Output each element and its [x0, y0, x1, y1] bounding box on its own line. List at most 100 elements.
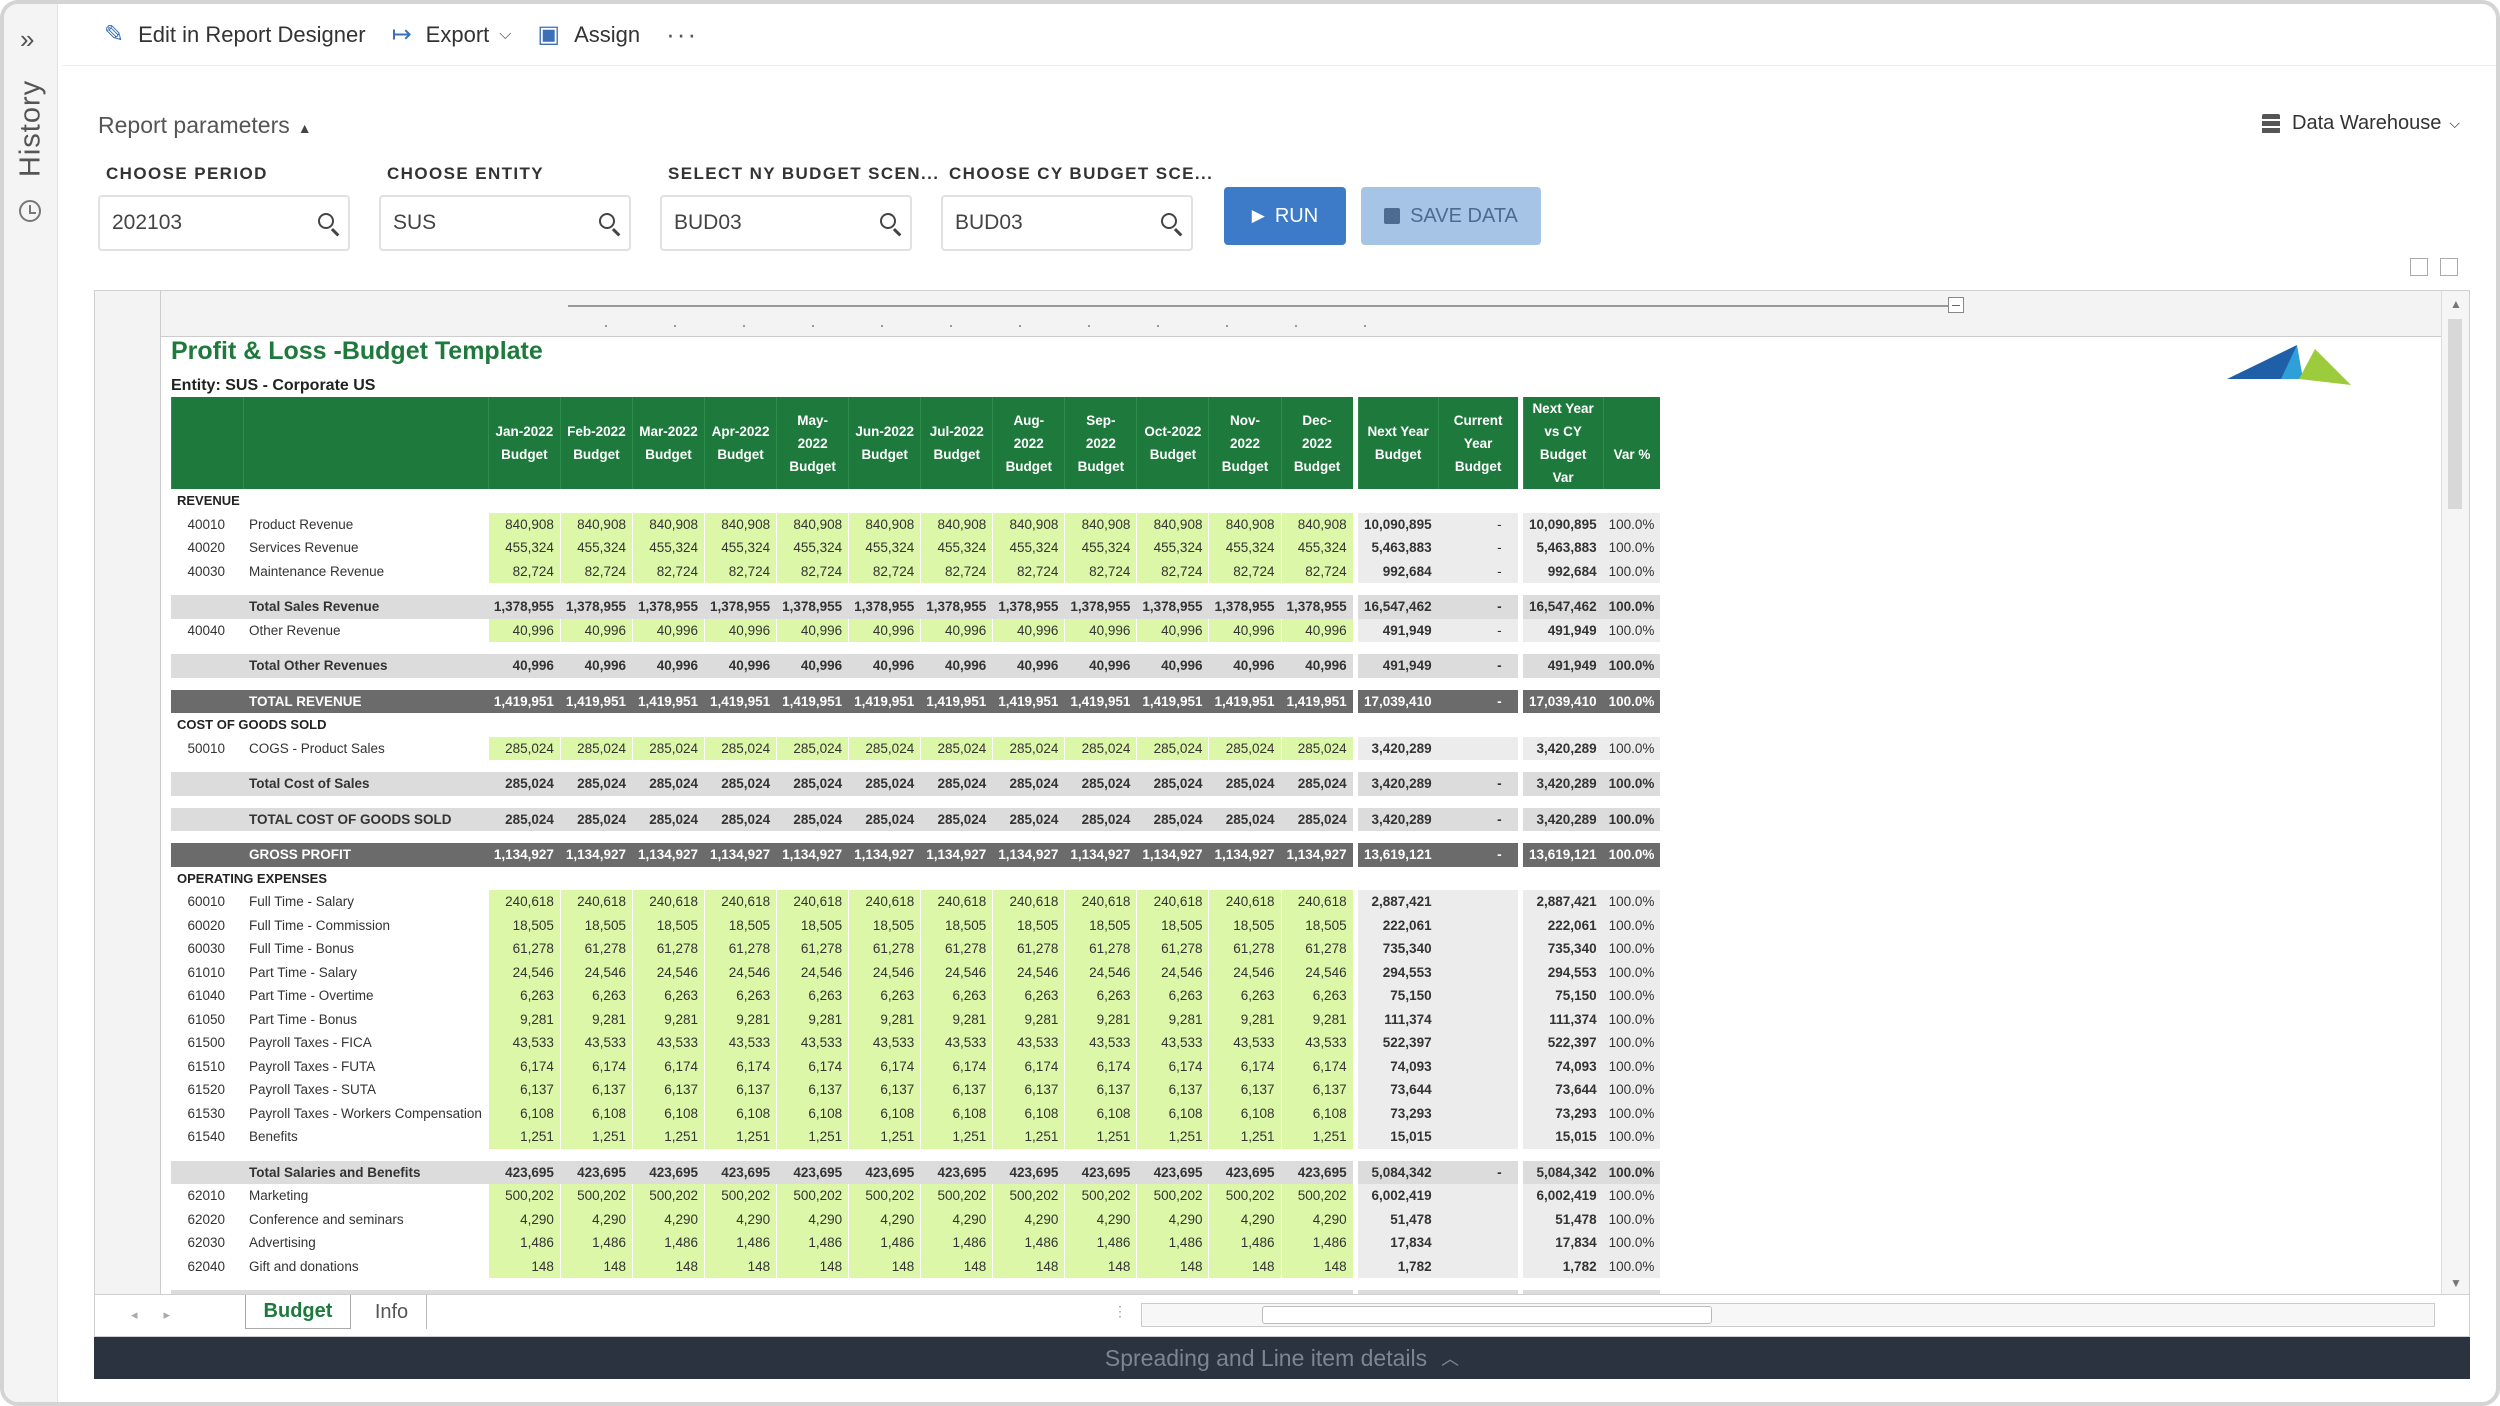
month-value-cell[interactable]: 24,546 — [704, 960, 777, 984]
month-value-cell[interactable]: 40,996 — [992, 618, 1065, 642]
month-value-cell[interactable]: 1,486 — [631, 1231, 705, 1255]
month-value-cell[interactable]: 9,281 — [1280, 1007, 1353, 1031]
tab-info[interactable]: Info — [357, 1295, 427, 1329]
month-value-cell[interactable]: 148 — [1208, 1254, 1281, 1278]
month-value-cell[interactable]: 6,137 — [920, 1078, 993, 1102]
month-value-cell[interactable]: 6,137 — [1208, 1078, 1281, 1102]
month-value-cell[interactable]: 285,024 — [776, 736, 849, 760]
month-value-cell[interactable]: 6,263 — [1064, 984, 1137, 1008]
month-value-cell[interactable]: 61,278 — [631, 937, 705, 961]
month-value-cell[interactable]: 455,324 — [631, 536, 705, 560]
scroll-thumb[interactable] — [2448, 319, 2462, 509]
month-value-cell[interactable]: 6,108 — [631, 1101, 705, 1125]
period-input[interactable]: 202103 — [98, 195, 350, 251]
month-value-cell[interactable]: 6,174 — [704, 1054, 777, 1078]
month-value-cell[interactable]: 82,724 — [1208, 559, 1281, 583]
month-value-cell[interactable]: 6,108 — [992, 1101, 1065, 1125]
month-value-cell[interactable]: 455,324 — [848, 536, 921, 560]
month-value-cell[interactable]: 840,908 — [920, 512, 993, 536]
month-value-cell[interactable]: 6,263 — [1280, 984, 1353, 1008]
month-value-cell[interactable]: 455,324 — [1064, 536, 1137, 560]
month-value-cell[interactable]: 6,137 — [704, 1078, 777, 1102]
month-value-cell[interactable]: 18,505 — [559, 913, 632, 937]
month-value-cell[interactable]: 43,533 — [704, 1031, 777, 1055]
expand-view-icon[interactable] — [2410, 258, 2428, 276]
month-value-cell[interactable]: 500,202 — [1136, 1184, 1209, 1208]
splitter-handle[interactable]: ⋮ — [1113, 1303, 1127, 1320]
month-value-cell[interactable]: 840,908 — [992, 512, 1065, 536]
month-value-cell[interactable]: 18,505 — [704, 913, 777, 937]
month-value-cell[interactable]: 4,290 — [631, 1207, 705, 1231]
month-value-cell[interactable]: 6,174 — [848, 1054, 921, 1078]
month-value-cell[interactable]: 6,263 — [631, 984, 705, 1008]
month-value-cell[interactable]: 9,281 — [776, 1007, 849, 1031]
month-value-cell[interactable]: 1,486 — [487, 1231, 560, 1255]
month-value-cell[interactable]: 43,533 — [559, 1031, 632, 1055]
month-value-cell[interactable]: 6,174 — [1208, 1054, 1281, 1078]
month-value-cell[interactable]: 240,618 — [992, 890, 1065, 914]
month-value-cell[interactable]: 500,202 — [631, 1184, 705, 1208]
month-value-cell[interactable]: 43,533 — [920, 1031, 993, 1055]
month-value-cell[interactable]: 82,724 — [992, 559, 1065, 583]
line-item-details-bar[interactable]: Spreading and Line item details ︿ — [94, 1337, 2470, 1379]
month-value-cell[interactable]: 840,908 — [1136, 512, 1209, 536]
month-value-cell[interactable]: 40,996 — [1136, 618, 1209, 642]
month-value-cell[interactable]: 40,996 — [559, 618, 632, 642]
month-value-cell[interactable]: 1,251 — [1136, 1125, 1209, 1149]
month-value-cell[interactable]: 6,263 — [1136, 984, 1209, 1008]
month-value-cell[interactable]: 82,724 — [1136, 559, 1209, 583]
month-value-cell[interactable]: 1,486 — [1064, 1231, 1137, 1255]
month-value-cell[interactable]: 240,618 — [1208, 890, 1281, 914]
month-value-cell[interactable]: 1,251 — [631, 1125, 705, 1149]
month-value-cell[interactable]: 43,533 — [631, 1031, 705, 1055]
month-value-cell[interactable]: 1,251 — [848, 1125, 921, 1149]
edit-in-designer-button[interactable]: ✎ Edit in Report Designer — [104, 20, 366, 49]
month-value-cell[interactable]: 6,108 — [487, 1101, 560, 1125]
entity-input[interactable]: SUS — [379, 195, 631, 251]
month-value-cell[interactable]: 285,024 — [1064, 736, 1137, 760]
month-value-cell[interactable]: 240,618 — [920, 890, 993, 914]
month-value-cell[interactable]: 285,024 — [1280, 736, 1353, 760]
export-button[interactable]: ↦ Export ⌵ — [392, 20, 512, 49]
month-value-cell[interactable]: 1,251 — [1064, 1125, 1137, 1149]
month-value-cell[interactable]: 240,618 — [559, 890, 632, 914]
month-value-cell[interactable]: 6,108 — [920, 1101, 993, 1125]
month-value-cell[interactable]: 40,996 — [920, 618, 993, 642]
month-value-cell[interactable]: 4,290 — [559, 1207, 632, 1231]
month-value-cell[interactable]: 840,908 — [631, 512, 705, 536]
month-value-cell[interactable]: 6,174 — [776, 1054, 849, 1078]
month-value-cell[interactable]: 148 — [1136, 1254, 1209, 1278]
tab-budget[interactable]: Budget — [245, 1295, 351, 1329]
month-value-cell[interactable]: 4,290 — [1064, 1207, 1137, 1231]
month-value-cell[interactable]: 840,908 — [487, 512, 560, 536]
month-value-cell[interactable]: 240,618 — [487, 890, 560, 914]
month-value-cell[interactable]: 40,996 — [776, 618, 849, 642]
month-value-cell[interactable]: 4,290 — [1280, 1207, 1353, 1231]
month-value-cell[interactable]: 455,324 — [1136, 536, 1209, 560]
month-value-cell[interactable]: 43,533 — [1064, 1031, 1137, 1055]
month-value-cell[interactable]: 82,724 — [848, 559, 921, 583]
month-value-cell[interactable]: 1,486 — [992, 1231, 1065, 1255]
vertical-scrollbar[interactable]: ▲ ▼ — [2441, 291, 2469, 1294]
month-value-cell[interactable]: 6,263 — [704, 984, 777, 1008]
month-value-cell[interactable]: 1,486 — [848, 1231, 921, 1255]
month-value-cell[interactable]: 6,174 — [992, 1054, 1065, 1078]
month-value-cell[interactable]: 9,281 — [559, 1007, 632, 1031]
month-value-cell[interactable]: 1,251 — [992, 1125, 1065, 1149]
month-value-cell[interactable]: 6,137 — [992, 1078, 1065, 1102]
month-value-cell[interactable]: 455,324 — [559, 536, 632, 560]
month-value-cell[interactable]: 9,281 — [1136, 1007, 1209, 1031]
ny-scenario-input[interactable]: BUD03 — [660, 195, 912, 251]
month-value-cell[interactable]: 500,202 — [848, 1184, 921, 1208]
month-value-cell[interactable]: 6,263 — [776, 984, 849, 1008]
month-value-cell[interactable]: 500,202 — [1208, 1184, 1281, 1208]
month-value-cell[interactable]: 18,505 — [1136, 913, 1209, 937]
month-value-cell[interactable]: 6,263 — [1208, 984, 1281, 1008]
month-value-cell[interactable]: 240,618 — [1280, 890, 1353, 914]
scroll-up-icon[interactable]: ▲ — [2450, 297, 2462, 311]
month-value-cell[interactable]: 24,546 — [992, 960, 1065, 984]
month-value-cell[interactable]: 9,281 — [1208, 1007, 1281, 1031]
month-value-cell[interactable]: 18,505 — [1064, 913, 1137, 937]
more-button[interactable]: ··· — [666, 19, 698, 50]
month-value-cell[interactable]: 500,202 — [1064, 1184, 1137, 1208]
